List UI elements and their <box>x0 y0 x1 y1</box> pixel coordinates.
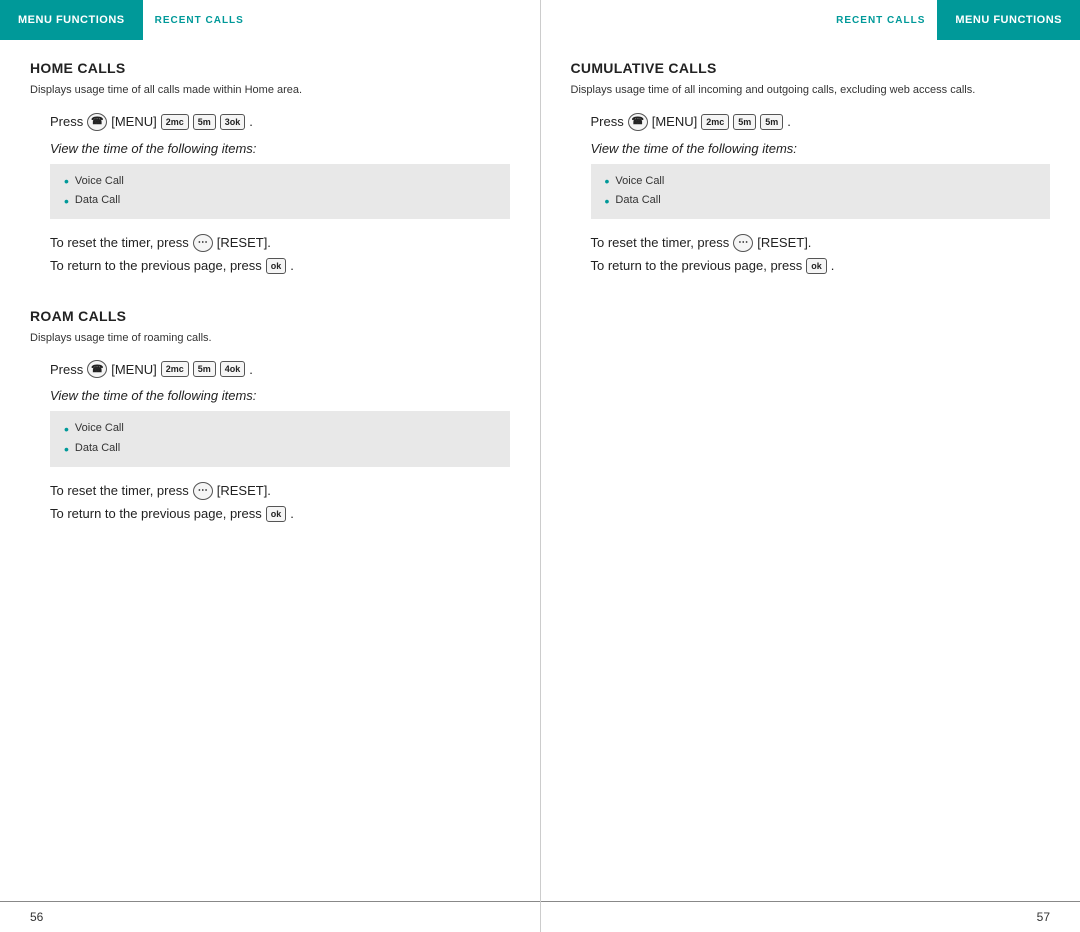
left-page: MENU FUNCTIONS RECENT CALLS HOME CALLS D… <box>0 0 541 932</box>
roam-action1-prefix: To reset the timer, press <box>50 479 189 502</box>
home-press-prefix: Press <box>50 114 83 129</box>
home-reset-key: ⋯ <box>193 234 213 252</box>
roam-action2-suffix: . <box>290 502 294 525</box>
cumulative-action-lines: To reset the timer, press ⋯ [RESET]. To … <box>591 231 1051 278</box>
home-bullet-data: • Data Call <box>64 191 496 211</box>
cumulative-calls-press-line: Press ☎ [MENU] 2mc 5m 5m . <box>591 113 1051 131</box>
cumulative-bullet-dot-2: • <box>605 194 610 208</box>
roam-reset-key: ⋯ <box>193 482 213 500</box>
left-page-header: MENU FUNCTIONS RECENT CALLS <box>0 0 540 40</box>
roam-action2-prefix: To return to the previous page, press <box>50 502 262 525</box>
left-page-footer: 56 <box>0 901 540 932</box>
right-page: RECENT CALLS MENU FUNCTIONS CUMULATIVE C… <box>541 0 1080 932</box>
home-key-3ok: 3ok <box>220 114 246 130</box>
right-page-footer: 57 <box>541 901 1080 932</box>
roam-bullet-data: • Data Call <box>64 439 496 459</box>
cumulative-key-5m-2: 5m <box>760 114 783 130</box>
roam-action-lines: To reset the timer, press ⋯ [RESET]. To … <box>50 479 510 526</box>
home-phone-key: ☎ <box>87 113 107 131</box>
home-ok-key: ok <box>266 258 287 274</box>
home-bullet-voice: • Voice Call <box>64 172 496 192</box>
menu-functions-tab-left: MENU FUNCTIONS <box>0 0 143 40</box>
roam-calls-section: ROAM CALLS Displays usage time of roamin… <box>30 308 510 526</box>
cumulative-bullet-data-label: Data Call <box>615 191 660 211</box>
cumulative-key-5m-1: 5m <box>733 114 756 130</box>
roam-key-2mc: 2mc <box>161 361 189 377</box>
cumulative-action1: To reset the timer, press ⋯ [RESET]. <box>591 231 1051 254</box>
cumulative-action2-suffix: . <box>831 254 835 277</box>
roam-bullet-data-label: Data Call <box>75 439 120 459</box>
roam-menu-label: [MENU] <box>111 362 157 377</box>
cumulative-action2-prefix: To return to the previous page, press <box>591 254 803 277</box>
home-bullet-dot-1: • <box>64 174 69 188</box>
home-action-lines: To reset the timer, press ⋯ [RESET]. To … <box>50 231 510 278</box>
right-page-content: CUMULATIVE CALLS Displays usage time of … <box>541 60 1080 901</box>
roam-bullet-dot-1: • <box>64 422 69 436</box>
home-calls-desc: Displays usage time of all calls made wi… <box>30 82 510 99</box>
pages-container: MENU FUNCTIONS RECENT CALLS HOME CALLS D… <box>0 0 1080 932</box>
cumulative-reset-key: ⋯ <box>733 234 753 252</box>
home-action2-prefix: To return to the previous page, press <box>50 254 262 277</box>
roam-calls-title: ROAM CALLS <box>30 308 510 324</box>
cumulative-bullet-voice: • Voice Call <box>605 172 1037 192</box>
right-page-number: 57 <box>1037 910 1050 924</box>
home-key-2mc: 2mc <box>161 114 189 130</box>
home-action2: To return to the previous page, press ok… <box>50 254 510 277</box>
roam-action1-label: [RESET]. <box>217 479 271 502</box>
home-action1: To reset the timer, press ⋯ [RESET]. <box>50 231 510 254</box>
roam-calls-view-line: View the time of the following items: <box>50 388 510 403</box>
cumulative-bullet-voice-label: Voice Call <box>615 172 664 192</box>
cumulative-calls-desc: Displays usage time of all incoming and … <box>571 82 1051 99</box>
cumulative-menu-label: [MENU] <box>652 114 698 129</box>
roam-action1: To reset the timer, press ⋯ [RESET]. <box>50 479 510 502</box>
home-menu-label: [MENU] <box>111 114 157 129</box>
cumulative-phone-key: ☎ <box>628 113 648 131</box>
home-bullet-dot-2: • <box>64 194 69 208</box>
roam-bullet-voice-label: Voice Call <box>75 419 124 439</box>
cumulative-action1-prefix: To reset the timer, press <box>591 231 730 254</box>
home-action1-prefix: To reset the timer, press <box>50 231 189 254</box>
recent-calls-label-left: RECENT CALLS <box>143 0 256 40</box>
cumulative-ok-key: ok <box>806 258 827 274</box>
cumulative-calls-bullet-box: • Voice Call • Data Call <box>591 164 1051 220</box>
cumulative-press-prefix: Press <box>591 114 624 129</box>
home-calls-press-line: Press ☎ [MENU] 2mc 5m 3ok . <box>50 113 510 131</box>
home-calls-view-line: View the time of the following items: <box>50 141 510 156</box>
cumulative-key-2mc: 2mc <box>701 114 729 130</box>
roam-bullet-voice: • Voice Call <box>64 419 496 439</box>
cumulative-bullet-data: • Data Call <box>605 191 1037 211</box>
home-calls-title: HOME CALLS <box>30 60 510 76</box>
roam-phone-key: ☎ <box>87 360 107 378</box>
home-action2-suffix: . <box>290 254 294 277</box>
roam-calls-desc: Displays usage time of roaming calls. <box>30 330 510 347</box>
roam-press-prefix: Press <box>50 362 83 377</box>
cumulative-action2: To return to the previous page, press ok… <box>591 254 1051 277</box>
cumulative-calls-section: CUMULATIVE CALLS Displays usage time of … <box>571 60 1051 278</box>
roam-ok-key: ok <box>266 506 287 522</box>
home-press-period: . <box>249 114 253 129</box>
cumulative-press-period: . <box>787 114 791 129</box>
home-bullet-data-label: Data Call <box>75 191 120 211</box>
menu-functions-tab-right: MENU FUNCTIONS <box>937 0 1080 40</box>
left-page-content: HOME CALLS Displays usage time of all ca… <box>0 60 540 901</box>
roam-key-5m: 5m <box>193 361 216 377</box>
home-calls-section: HOME CALLS Displays usage time of all ca… <box>30 60 510 278</box>
home-action1-label: [RESET]. <box>217 231 271 254</box>
roam-bullet-dot-2: • <box>64 442 69 456</box>
right-page-header: RECENT CALLS MENU FUNCTIONS <box>541 0 1080 40</box>
roam-calls-bullet-box: • Voice Call • Data Call <box>50 411 510 467</box>
cumulative-calls-view-line: View the time of the following items: <box>591 141 1051 156</box>
home-key-5m: 5m <box>193 114 216 130</box>
home-bullet-voice-label: Voice Call <box>75 172 124 192</box>
roam-action2: To return to the previous page, press ok… <box>50 502 510 525</box>
cumulative-calls-title: CUMULATIVE CALLS <box>571 60 1051 76</box>
cumulative-bullet-dot-1: • <box>605 174 610 188</box>
roam-key-4ok: 4ok <box>220 361 246 377</box>
home-calls-bullet-box: • Voice Call • Data Call <box>50 164 510 220</box>
cumulative-action1-label: [RESET]. <box>757 231 811 254</box>
left-page-number: 56 <box>30 910 43 924</box>
recent-calls-label-right: RECENT CALLS <box>824 0 937 40</box>
roam-press-period: . <box>249 362 253 377</box>
roam-calls-press-line: Press ☎ [MENU] 2mc 5m 4ok . <box>50 360 510 378</box>
